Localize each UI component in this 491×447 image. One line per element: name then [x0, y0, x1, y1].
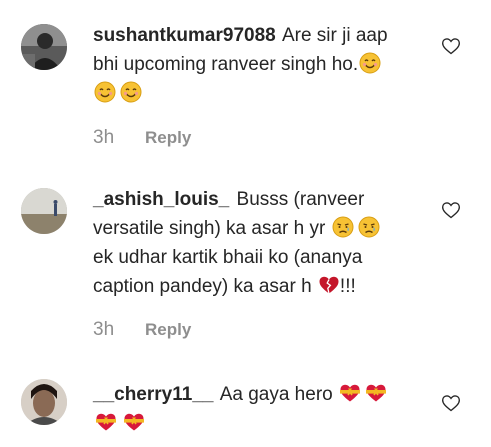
comment-timestamp: 3h — [93, 127, 115, 148]
heart-with-ribbon-icon — [339, 382, 361, 404]
heart-icon[interactable] — [441, 393, 461, 413]
comment-meta: 3h Reply — [93, 319, 191, 341]
heart-with-ribbon-icon — [95, 411, 117, 433]
comment-body: caption pandey) ka asar h — [93, 276, 312, 297]
smiling-face-icon — [94, 81, 116, 103]
heart-with-ribbon-icon — [123, 411, 145, 433]
comment-body: Are sir ji aap — [281, 25, 388, 46]
comment-username[interactable]: _ashish_louis_ — [93, 189, 229, 210]
broken-heart-icon — [318, 274, 340, 296]
comment-username[interactable]: __cherry11__ — [93, 384, 213, 405]
smiling-face-icon — [120, 81, 142, 103]
comment-body: !!! — [339, 276, 356, 297]
comment-timestamp: 3h — [93, 319, 115, 340]
comment-body: bhi upcoming ranveer singh ho. — [93, 54, 359, 75]
sad-relieved-face-icon — [358, 216, 380, 238]
heart-icon[interactable] — [441, 200, 461, 220]
comment-body: versatile singh) ka asar h yr — [93, 218, 326, 239]
comment-body: Busss (ranveer — [236, 189, 365, 210]
avatar[interactable] — [21, 379, 67, 425]
avatar[interactable] — [21, 24, 67, 70]
comment-text: _ashish_louis_ Busss (ranveer versatile … — [93, 185, 423, 301]
comment-text: __cherry11__ Aa gaya hero — [93, 380, 423, 438]
avatar[interactable] — [21, 188, 67, 234]
heart-with-ribbon-icon — [365, 382, 387, 404]
smiling-face-icon — [359, 52, 381, 74]
comment-username[interactable]: sushantkumar97088 — [93, 25, 276, 46]
comment-body: Aa gaya hero — [219, 384, 333, 405]
heart-icon[interactable] — [441, 36, 461, 56]
sad-relieved-face-icon — [332, 216, 354, 238]
reply-button[interactable]: Reply — [145, 128, 191, 147]
comment-text: sushantkumar97088 Are sir ji aap bhi upc… — [93, 21, 423, 108]
comment-meta: 3h Reply — [93, 127, 191, 149]
comment-body: ek udhar kartik bhaii ko (ananya — [93, 247, 363, 268]
reply-button[interactable]: Reply — [145, 320, 191, 339]
